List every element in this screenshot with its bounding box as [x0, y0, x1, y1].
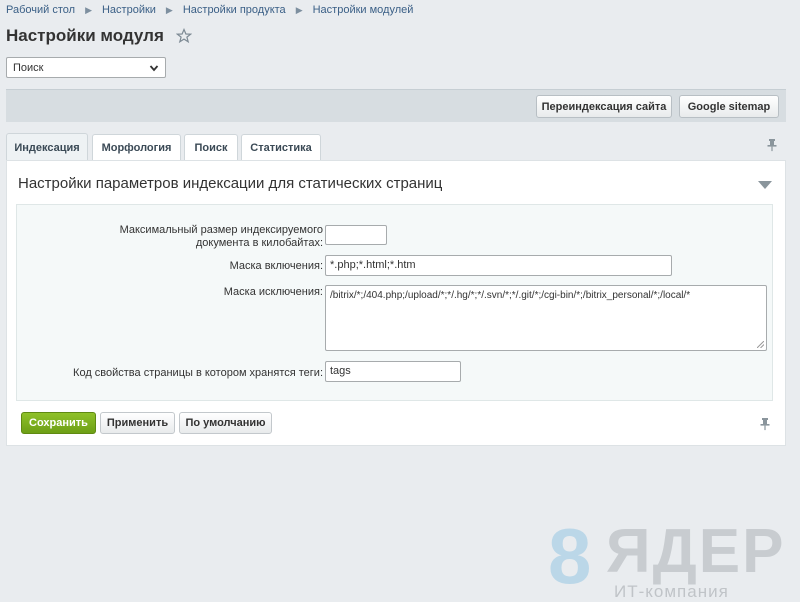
include-mask-label: Маска включения:: [229, 260, 323, 272]
breadcrumb-settings[interactable]: Настройки: [102, 4, 156, 16]
include-mask-field[interactable]: *.php;*.html;*.htm: [325, 255, 672, 276]
tags-property-field[interactable]: tags: [325, 361, 461, 382]
breadcrumb-separator-icon: ▶: [165, 4, 173, 15]
watermark-brand: ЯДЕР: [606, 517, 786, 586]
toolbar: Переиндексация сайта Google sitemap: [6, 89, 786, 122]
resize-grip-icon[interactable]: [757, 341, 764, 348]
breadcrumb-product-settings[interactable]: Настройки продукта: [183, 4, 286, 16]
title-row: Настройки модуля: [6, 26, 193, 46]
section-title: Настройки параметров индексации для стат…: [18, 175, 443, 192]
module-select-value: Поиск: [13, 61, 44, 74]
watermark-logo: 8 ЯДЕР ИТ-компания: [548, 512, 800, 601]
apply-button[interactable]: Применить: [100, 412, 175, 434]
chevron-down-icon: [149, 64, 159, 71]
max-size-label: Максимальный размер индексируемого докум…: [119, 224, 323, 249]
star-icon[interactable]: [175, 27, 193, 44]
tab-morphology[interactable]: Морфология: [92, 134, 181, 161]
settings-panel: Настройки параметров индексации для стат…: [6, 160, 786, 446]
save-button[interactable]: Сохранить: [21, 412, 96, 434]
reindex-button[interactable]: Переиндексация сайта: [536, 95, 672, 118]
pin-icon[interactable]: [766, 138, 778, 152]
watermark-digit: 8: [548, 512, 592, 600]
pin-icon[interactable]: [759, 417, 771, 431]
tab-indexing[interactable]: Индексация: [6, 133, 88, 161]
breadcrumb-desktop[interactable]: Рабочий стол: [6, 4, 75, 16]
breadcrumb: Рабочий стол ▶ Настройки ▶ Настройки про…: [6, 4, 413, 16]
exclude-mask-textarea[interactable]: /bitrix/*;/404.php;/upload/*;*/.hg/*;*/.…: [325, 285, 767, 351]
form-area: Максимальный размер индексируемого докум…: [16, 204, 773, 401]
default-button[interactable]: По умолчанию: [179, 412, 272, 434]
watermark-subtitle: ИТ-компания: [614, 582, 729, 601]
page-title: Настройки модуля: [6, 26, 164, 45]
breadcrumb-separator-icon: ▶: [295, 4, 303, 15]
breadcrumb-separator-icon: ▶: [85, 4, 92, 15]
triangle-down-icon[interactable]: [758, 181, 772, 189]
exclude-mask-label: Маска исключения:: [223, 286, 323, 298]
breadcrumb-module-settings[interactable]: Настройки модулей: [313, 4, 414, 16]
module-select[interactable]: Поиск: [6, 57, 166, 78]
google-sitemap-button[interactable]: Google sitemap: [679, 95, 779, 118]
tab-statistics[interactable]: Статистика: [241, 134, 321, 161]
tags-property-label: Код свойства страницы в котором хранятся…: [73, 367, 323, 379]
max-size-field[interactable]: [325, 225, 387, 245]
tab-search[interactable]: Поиск: [184, 134, 238, 161]
exclude-mask-value: /bitrix/*;/404.php;/upload/*;*/.hg/*;*/.…: [330, 290, 691, 301]
